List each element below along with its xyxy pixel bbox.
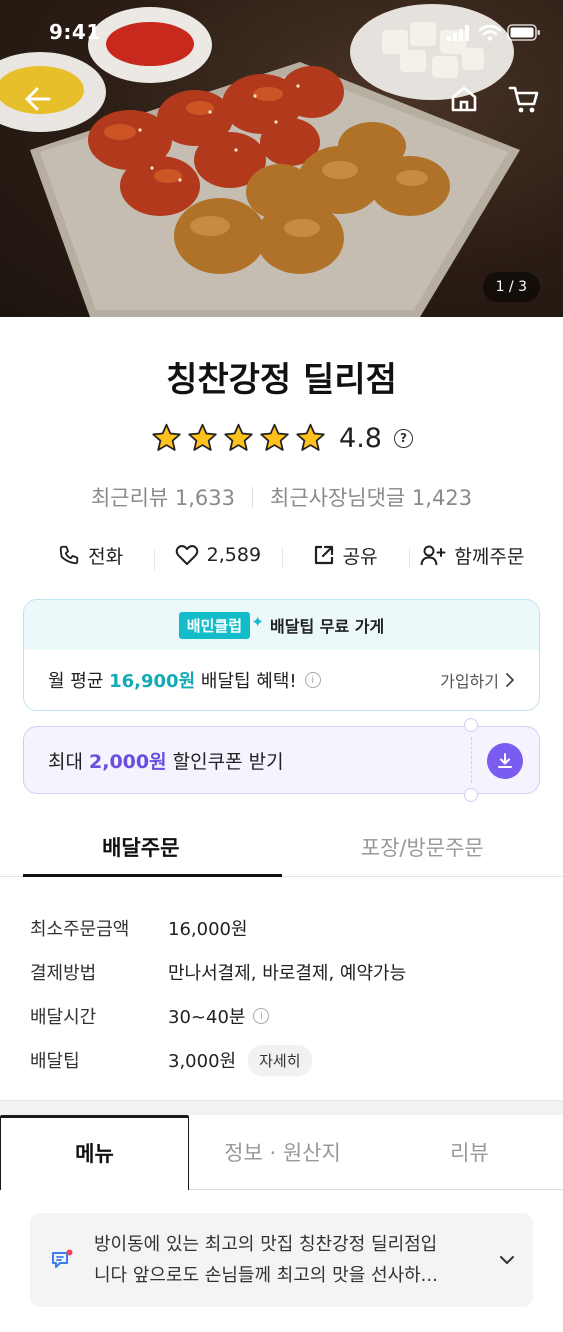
star-icon	[224, 423, 253, 451]
star-icon	[152, 423, 181, 451]
notice-text: 방이동에 있는 최고의 맛집 칭찬강정 딜리점입 니다 앞으로도 손님들께 최고…	[94, 1229, 474, 1291]
payment-value: 만나서결제, 바로결제, 예약가능	[168, 963, 407, 984]
share-button[interactable]: 공유	[281, 542, 409, 569]
store-name: 칭찬강정 딜리점	[166, 360, 397, 400]
notice-line-1: 방이동에 있는 최고의 맛집 칭찬강정 딜리점입	[94, 1234, 438, 1255]
tab-delivery[interactable]: 배달주문	[0, 820, 282, 877]
recent-review-count[interactable]: 최근리뷰 1,633	[91, 482, 235, 512]
home-icon	[451, 86, 477, 112]
min-order-row: 최소주문금액 16,000원	[30, 906, 406, 950]
tab-menu[interactable]: 메뉴	[0, 1115, 189, 1190]
coupon-notch-bottom	[464, 788, 478, 802]
tab-reviews[interactable]: 리뷰	[376, 1115, 563, 1189]
chevron-right-icon	[506, 673, 514, 687]
coupon-prefix: 최대	[48, 750, 89, 773]
signal-icon	[447, 24, 469, 41]
coupon-amount: 2,000원	[89, 750, 167, 773]
delivery-tip-value: 3,000원	[168, 1051, 237, 1072]
delivery-time-value: 30~40분	[168, 1007, 246, 1028]
tab-info-origin[interactable]: 정보 · 원산지	[189, 1115, 376, 1189]
club-benefit-suffix: 배달팁 혜택!	[195, 671, 297, 692]
tip-detail-button[interactable]: 자세히	[248, 1044, 312, 1076]
notice-line-2: 니다 앞으로도 손님들께 최고의 맛을 선사하...	[94, 1265, 438, 1286]
section-divider	[0, 1100, 563, 1115]
download-icon	[498, 753, 512, 768]
favorite-button[interactable]: 2,589	[154, 544, 281, 570]
image-counter: 1 / 3	[482, 272, 540, 302]
club-header: 배민클럽 배달팁 무료 가게	[24, 600, 539, 650]
store-photo-carousel[interactable]: 9:41 1 / 3	[0, 0, 563, 317]
star-icon	[260, 423, 289, 451]
store-content-tabs: 메뉴 정보 · 원산지 리뷰	[0, 1115, 563, 1190]
min-order-value: 16,000원	[168, 919, 248, 940]
chevron-down-icon[interactable]	[499, 1255, 515, 1265]
store-actions: 전화 2,589 공유 함께주문	[27, 538, 536, 572]
divider	[252, 487, 254, 507]
group-order-button[interactable]: 함께주문	[408, 542, 536, 569]
heart-icon	[175, 545, 198, 565]
notice-icon	[52, 1249, 73, 1268]
baemin-club-banner[interactable]: 배민클럽 배달팁 무료 가게 월 평균 16,900원 배달팁 혜택! i 가입…	[23, 599, 540, 711]
info-icon[interactable]: i	[253, 1008, 270, 1024]
battery-icon	[507, 24, 540, 41]
rating-help-icon[interactable]: ?	[393, 428, 413, 448]
wifi-icon	[479, 24, 501, 41]
club-join-button[interactable]: 가입하기	[440, 668, 515, 692]
delivery-tip-wrap: 3,000원 자세히	[168, 1044, 312, 1076]
home-button[interactable]	[445, 80, 483, 118]
group-order-label: 함께주문	[454, 545, 525, 568]
info-icon[interactable]: i	[304, 672, 321, 688]
delivery-tip-row: 배달팁 3,000원 자세히	[30, 1038, 406, 1082]
owner-reply-count[interactable]: 최근사장님댓글 1,423	[270, 482, 472, 512]
favorite-count: 2,589	[206, 544, 262, 566]
call-label: 전화	[88, 545, 124, 568]
star-icon	[296, 423, 325, 451]
delivery-time-row: 배달시간 30~40분 i	[30, 994, 406, 1038]
add-user-icon	[420, 545, 446, 566]
review-summary: 최근리뷰 1,633 최근사장님댓글 1,423	[0, 482, 563, 512]
club-benefit-prefix: 월 평균	[48, 671, 110, 692]
share-icon	[314, 545, 333, 565]
coupon-divider	[471, 737, 472, 783]
coupon-suffix: 할인쿠폰 받기	[166, 750, 284, 773]
owner-notice[interactable]: 방이동에 있는 최고의 맛집 칭찬강정 딜리점입 니다 앞으로도 손님들께 최고…	[30, 1213, 533, 1307]
delivery-tip-label: 배달팁	[30, 1051, 80, 1072]
star-icon	[188, 423, 217, 451]
club-title: 배달팁 무료 가게	[270, 617, 385, 636]
rating-value: 4.8	[339, 422, 382, 454]
status-icons	[447, 24, 541, 41]
food-photo	[0, 4, 520, 317]
phone-icon	[59, 545, 79, 565]
club-badge: 배민클럽	[178, 611, 264, 639]
order-type-tabs: 배달주문 포장/방문주문	[0, 820, 563, 877]
coupon-download-button[interactable]	[487, 743, 523, 779]
delivery-time-label: 배달시간	[30, 1007, 97, 1028]
club-benefit-amount: 16,900원	[109, 671, 196, 692]
min-order-label: 최소주문금액	[30, 919, 130, 940]
coupon-notch-top	[464, 718, 478, 732]
share-label: 공유	[342, 545, 378, 568]
tab-pickup[interactable]: 포장/방문주문	[282, 820, 563, 876]
payment-row: 결제방법 만나서결제, 바로결제, 예약가능	[30, 950, 406, 994]
arrow-left-icon	[25, 87, 51, 111]
rating-stars	[150, 422, 327, 454]
back-button[interactable]	[19, 80, 57, 118]
status-time: 9:41	[49, 20, 101, 44]
rating-row: 4.8 ?	[0, 422, 563, 454]
payment-label: 결제방법	[30, 963, 97, 984]
delivery-info: 최소주문금액 16,000원 결제방법 만나서결제, 바로결제, 예약가능 배달…	[30, 906, 406, 1082]
cart-icon	[508, 86, 539, 113]
cart-button[interactable]	[505, 80, 543, 118]
call-button[interactable]: 전화	[27, 542, 154, 569]
delivery-time-wrap: 30~40분 i	[168, 1003, 270, 1029]
club-join-label: 가입하기	[440, 672, 499, 691]
coupon-banner[interactable]: 최대 2,000원 할인쿠폰 받기	[23, 718, 540, 802]
club-benefit-row: 월 평균 16,900원 배달팁 혜택! i 가입하기	[24, 650, 539, 710]
